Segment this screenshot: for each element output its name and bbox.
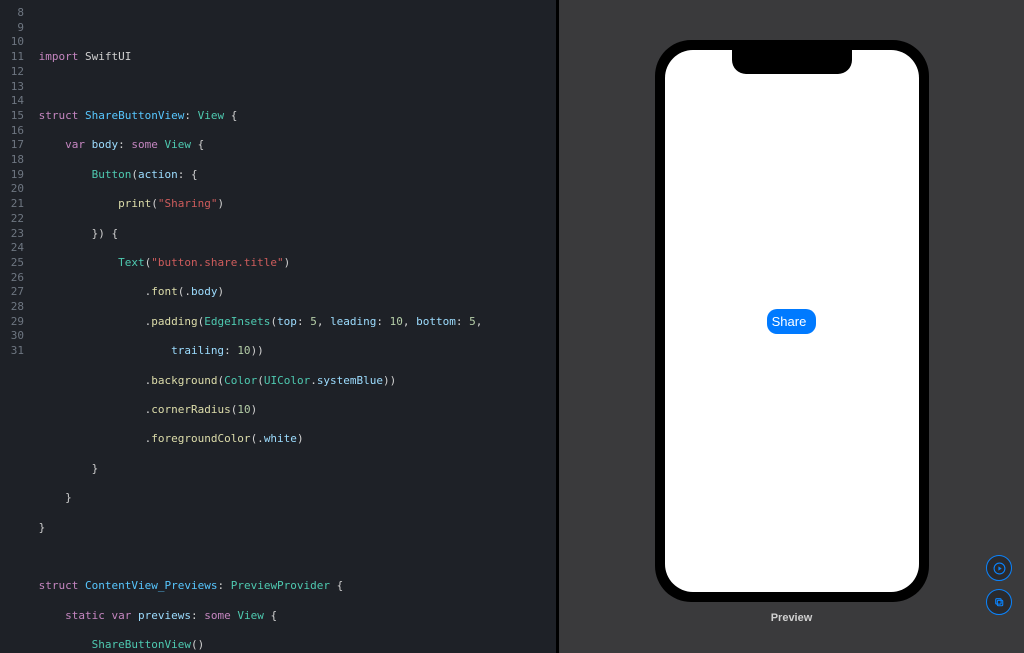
canvas-controls [986,555,1012,615]
code-content[interactable]: import SwiftUI struct ShareButtonView: V… [32,0,556,653]
share-button[interactable]: Share [767,309,817,334]
duplicate-icon [993,596,1006,609]
preview-label: Preview [771,612,813,624]
preview-canvas[interactable]: Share Preview [559,0,1024,653]
device-notch [732,50,852,74]
play-icon [993,562,1006,575]
duplicate-preview-button[interactable] [986,589,1012,615]
device-screen: Share [665,50,919,592]
device-frame: Share [655,40,929,602]
line-gutter: 8910111213141516171819202122232425262728… [0,0,32,653]
code-editor[interactable]: 8910111213141516171819202122232425262728… [0,0,556,653]
live-preview-button[interactable] [986,555,1012,581]
